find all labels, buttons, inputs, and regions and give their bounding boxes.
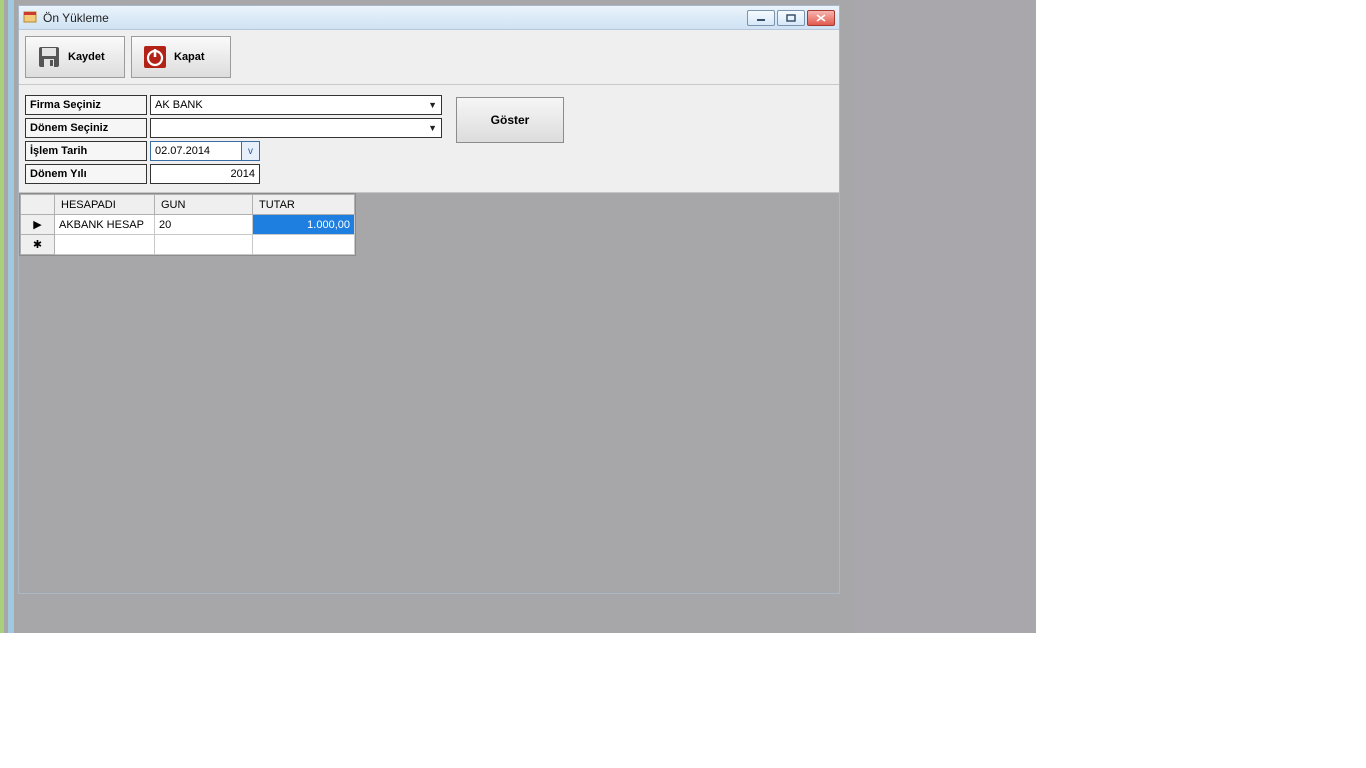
donem-yili-field[interactable]: 2014 — [150, 164, 260, 184]
date-picker-button[interactable]: v — [242, 141, 260, 161]
cell-hesapadi[interactable]: AKBANK HESAP — [55, 215, 155, 235]
col-hesapadi[interactable]: HESAPADI — [55, 195, 155, 215]
islem-tarih-value: 02.07.2014 — [155, 145, 210, 157]
close-window-button[interactable] — [807, 10, 835, 26]
close-button[interactable]: Kapat — [131, 36, 231, 78]
cell-empty[interactable] — [155, 235, 253, 255]
col-tutar[interactable]: TUTAR — [253, 195, 355, 215]
data-grid[interactable]: HESAPADI GUN TUTAR ▶ AKBANK HESAP 20 1.0… — [19, 193, 356, 256]
donem-combo[interactable]: ▼ — [150, 118, 442, 138]
save-button[interactable]: Kaydet — [25, 36, 125, 78]
firma-label: Firma Seçiniz — [25, 95, 147, 115]
donem-label: Dönem Seçiniz — [25, 118, 147, 138]
window-title: Ön Yükleme — [43, 11, 747, 25]
row-indicator-new[interactable]: ✱ — [21, 235, 55, 255]
goster-label: Göster — [491, 113, 530, 127]
grid-panel: HESAPADI GUN TUTAR ▶ AKBANK HESAP 20 1.0… — [19, 193, 839, 593]
donem-yili-label: Dönem Yılı — [25, 164, 147, 184]
save-button-label: Kaydet — [68, 51, 105, 63]
cell-tutar[interactable]: 1.000,00 — [253, 215, 355, 235]
islem-tarih-label: İşlem Tarih — [25, 141, 147, 161]
dropdown-v-icon: v — [248, 146, 253, 157]
goster-button[interactable]: Göster — [456, 97, 564, 143]
islem-tarih-field[interactable]: 02.07.2014 — [150, 141, 242, 161]
power-icon — [142, 44, 168, 70]
table-row[interactable]: ▶ AKBANK HESAP 20 1.000,00 — [21, 215, 355, 235]
parent-right-panel — [854, 0, 1036, 633]
cell-empty[interactable] — [253, 235, 355, 255]
row-indicator-current[interactable]: ▶ — [21, 215, 55, 235]
minimize-button[interactable] — [747, 10, 775, 26]
row-header-corner[interactable] — [21, 195, 55, 215]
maximize-button[interactable] — [777, 10, 805, 26]
form-icon — [23, 11, 37, 25]
filter-form: Firma Seçiniz AK BANK ▼ Dönem Seçiniz ▼ … — [19, 85, 839, 193]
cell-empty[interactable] — [55, 235, 155, 255]
firma-combo[interactable]: AK BANK ▼ — [150, 95, 442, 115]
close-button-label: Kapat — [174, 51, 205, 63]
cell-gun[interactable]: 20 — [155, 215, 253, 235]
titlebar[interactable]: Ön Yükleme — [19, 6, 839, 30]
chevron-down-icon: ▼ — [428, 123, 437, 133]
preload-window: Ön Yükleme Kaydet — [18, 5, 840, 594]
chevron-down-icon: ▼ — [428, 100, 437, 110]
table-row-new[interactable]: ✱ — [21, 235, 355, 255]
col-gun[interactable]: GUN — [155, 195, 253, 215]
donem-yili-value: 2014 — [231, 168, 255, 180]
firma-value: AK BANK — [155, 99, 203, 111]
toolbar: Kaydet Kapat — [19, 30, 839, 85]
save-icon — [36, 44, 62, 70]
